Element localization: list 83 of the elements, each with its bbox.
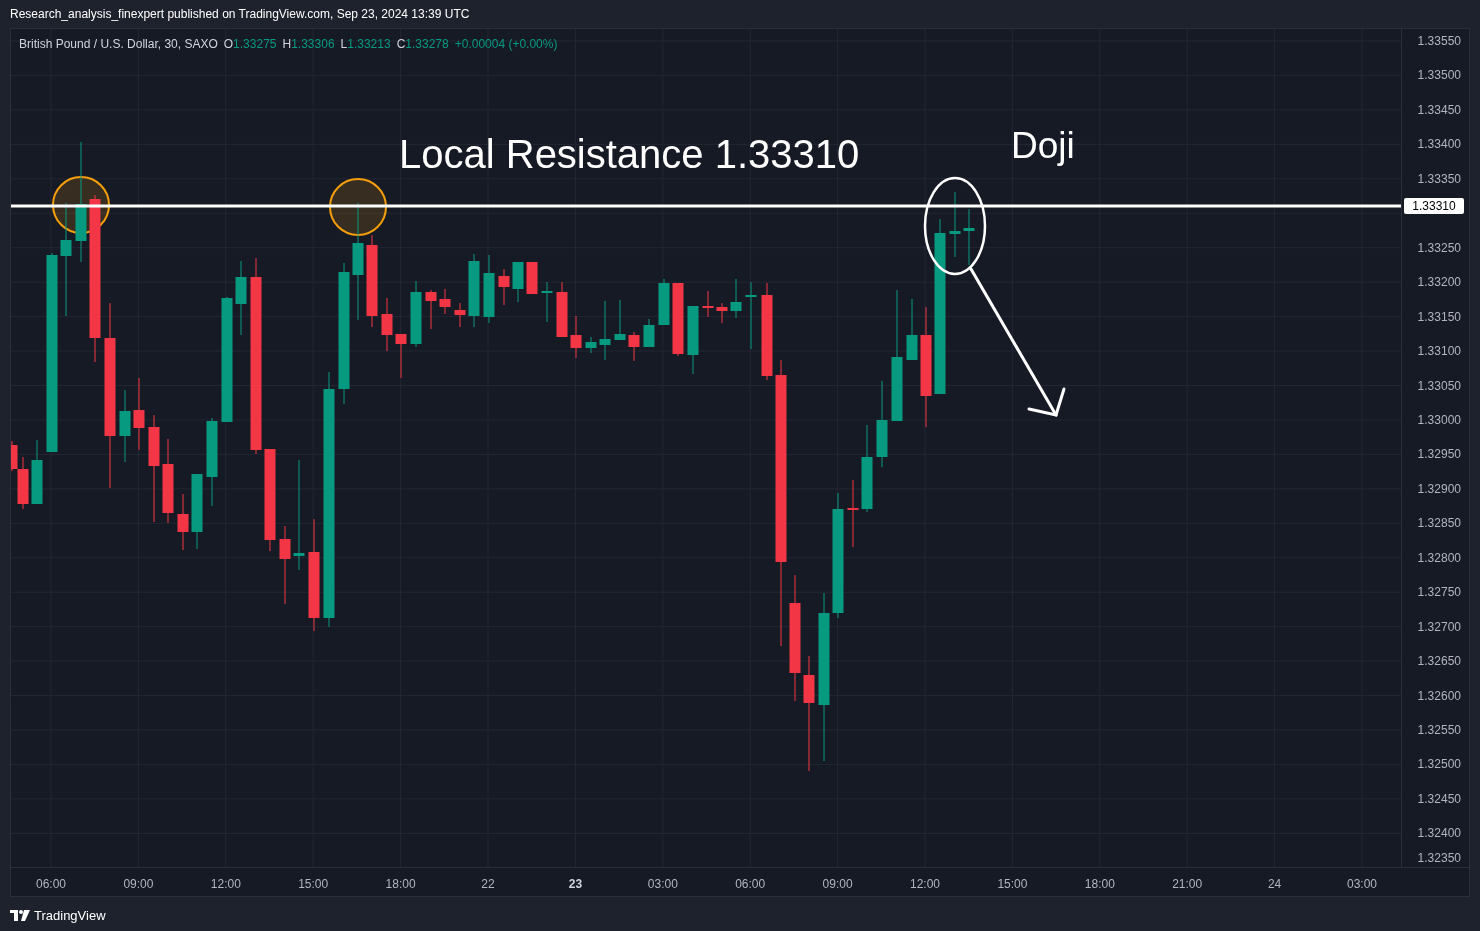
- time-tick: 03:00: [647, 876, 678, 893]
- current-price-label: 1.33310: [1404, 198, 1464, 215]
- candlestick: [498, 268, 510, 306]
- candlestick: [702, 290, 714, 318]
- ohlc-value: C1.33278: [396, 36, 449, 53]
- price-tick: 1.33050: [1417, 378, 1461, 393]
- price-tick: 1.33400: [1417, 137, 1461, 152]
- time-tick: 18:00: [385, 876, 416, 893]
- price-tick: 1.32600: [1417, 688, 1461, 703]
- price-tick: 1.33500: [1417, 68, 1461, 83]
- time-tick: 21:00: [1172, 876, 1203, 893]
- candlestick: [658, 278, 670, 326]
- candlestick: [556, 281, 568, 338]
- price-tick: 1.32450: [1417, 791, 1461, 806]
- time-tick: 24: [1267, 876, 1282, 893]
- ohlc-value: H1.33306: [282, 36, 335, 53]
- price-tick: 1.32400: [1417, 826, 1461, 841]
- candlestick: [526, 261, 538, 295]
- candlestick: [614, 299, 626, 341]
- time-tick: 23: [568, 876, 583, 893]
- candlestick: [643, 318, 655, 348]
- price-tick: 1.32800: [1417, 550, 1461, 565]
- candlestick: [541, 281, 553, 323]
- highlight-circle: [329, 178, 387, 236]
- price-tick: 1.33250: [1417, 240, 1461, 255]
- price-tick: 1.32950: [1417, 447, 1461, 462]
- publication-attribution: Research_analysis_finexpert published on TradingView.com, Sep 23, 2024 13:39 UTC: [10, 6, 470, 23]
- candlestick: [963, 208, 975, 266]
- chart-annotation: Local Resistance 1.33310: [399, 132, 860, 176]
- candlestick: [949, 191, 961, 258]
- candlestick: [730, 278, 742, 319]
- candlestick: [628, 331, 640, 362]
- chart-annotation: Doji: [1011, 125, 1075, 166]
- candlestick: [512, 261, 524, 303]
- price-tick: 1.33550: [1417, 34, 1461, 48]
- price-change: +0.00004 (+0.00%): [454, 36, 558, 53]
- price-tick: 1.32350: [1417, 851, 1461, 865]
- time-tick: 15:00: [997, 876, 1028, 893]
- price-tick: 1.33350: [1417, 171, 1461, 186]
- time-tick: 12:00: [910, 876, 940, 893]
- symbol-title: British Pound / U.S. Dollar, 30, SAXO: [19, 36, 218, 53]
- candlestick: [687, 305, 699, 375]
- candlestick: [177, 493, 189, 551]
- candlestick: [31, 439, 43, 505]
- candlestick: [599, 300, 611, 361]
- candlestick: [570, 315, 582, 359]
- time-tick: 06:00: [735, 876, 766, 893]
- time-tick: 09:00: [822, 876, 853, 893]
- time-tick: 09:00: [123, 876, 154, 893]
- time-tick: 12:00: [210, 876, 241, 893]
- price-tick: 1.32500: [1417, 757, 1461, 772]
- logo-icon: [10, 910, 30, 922]
- candlestick: [425, 289, 437, 330]
- candlestick: [395, 333, 407, 379]
- candlestick: [454, 302, 466, 328]
- price-tick: 1.33450: [1417, 102, 1461, 117]
- price-tick: 1.32700: [1417, 619, 1461, 634]
- candlestick: [381, 297, 393, 352]
- time-tick: 03:00: [1347, 876, 1377, 893]
- price-tick: 1.32650: [1417, 654, 1461, 669]
- candlestick: [585, 336, 597, 354]
- price-tick: 1.32900: [1417, 481, 1461, 496]
- price-tick: 1.33000: [1417, 412, 1461, 427]
- candlestick: [410, 280, 422, 348]
- time-tick: 15:00: [298, 876, 329, 893]
- ohlc-value: L1.33213: [340, 36, 391, 53]
- time-tick: 22: [481, 876, 495, 893]
- price-tick: 1.33200: [1417, 275, 1461, 290]
- candlestick: [483, 254, 495, 324]
- candlestick: [745, 281, 757, 350]
- price-tick: 1.32550: [1417, 723, 1461, 737]
- price-tick: 1.32850: [1417, 516, 1461, 531]
- candlestick: [439, 288, 451, 315]
- price-tick: 1.33150: [1417, 309, 1461, 324]
- candlestick: [716, 302, 728, 324]
- time-tick: 18:00: [1084, 876, 1115, 893]
- brand-name: TradingView: [34, 907, 106, 925]
- candlestick: [847, 479, 859, 548]
- candlestick: [906, 298, 918, 361]
- ohlc-value: O1.33275: [223, 36, 277, 53]
- price-tick: 1.33100: [1417, 344, 1461, 359]
- price-tick: 1.32750: [1417, 585, 1461, 600]
- time-tick: 06:00: [36, 876, 66, 893]
